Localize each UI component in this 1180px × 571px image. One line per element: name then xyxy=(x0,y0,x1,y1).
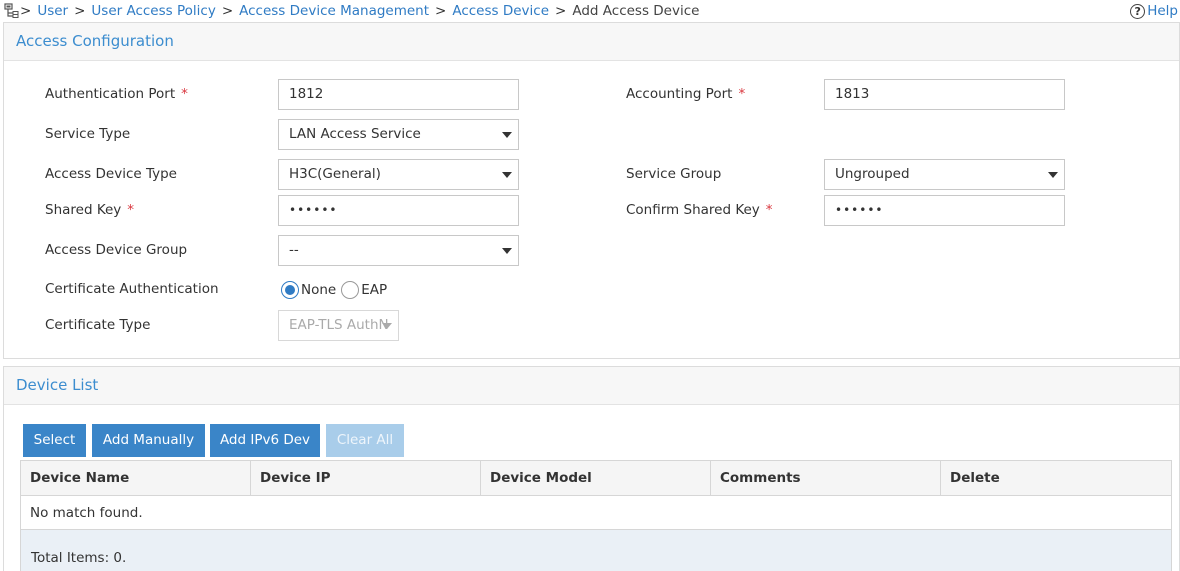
service-group-value: Ungrouped xyxy=(835,166,910,182)
radio-eap-label: EAP xyxy=(361,282,388,298)
dropdown-arrow-icon xyxy=(502,248,512,254)
radio-none[interactable] xyxy=(281,281,299,299)
breadcrumb: > User > User Access Policy > Access Dev… xyxy=(0,0,1180,22)
select-button[interactable]: Select xyxy=(23,424,86,457)
table-header: Device Name Device IP Device Model Comme… xyxy=(20,460,1172,496)
dropdown-arrow-icon xyxy=(502,132,512,138)
accounting-port-label-text: Accounting Port xyxy=(626,86,733,102)
accounting-port-label: Accounting Port * xyxy=(626,86,745,102)
breadcrumb-access-device-management[interactable]: Access Device Management xyxy=(239,3,429,19)
access-configuration-title: Access Configuration xyxy=(4,23,1179,61)
access-device-type-select[interactable]: H3C(General) xyxy=(278,159,519,190)
access-device-group-label: Access Device Group xyxy=(45,242,188,258)
add-ipv6-device-button[interactable]: Add IPv6 Dev xyxy=(210,424,320,457)
shared-key-label-text: Shared Key xyxy=(45,202,122,218)
access-device-type-value: H3C(General) xyxy=(289,166,381,182)
dropdown-arrow-icon xyxy=(1048,172,1058,178)
certificate-type-select: EAP-TLS AuthN xyxy=(278,310,399,341)
required-mark: * xyxy=(127,202,135,218)
add-manually-button[interactable]: Add Manually xyxy=(92,424,205,457)
dropdown-arrow-icon xyxy=(382,323,392,329)
breadcrumb-separator: > xyxy=(221,3,234,19)
access-device-group-select[interactable]: -- xyxy=(278,235,519,266)
table-total-items: Total Items: 0. xyxy=(20,530,1172,571)
radio-none-label: None xyxy=(301,282,337,298)
shared-key-label: Shared Key * xyxy=(45,202,134,218)
device-table: Device Name Device IP Device Model Comme… xyxy=(20,460,1172,571)
dropdown-arrow-icon xyxy=(502,172,512,178)
service-group-select[interactable]: Ungrouped xyxy=(824,159,1065,190)
confirm-shared-key-label: Confirm Shared Key * xyxy=(626,202,773,218)
clear-all-button: Clear All xyxy=(326,424,404,457)
column-device-name[interactable]: Device Name xyxy=(21,461,251,495)
column-device-model[interactable]: Device Model xyxy=(481,461,711,495)
table-empty-row: No match found. xyxy=(20,496,1172,530)
certificate-type-value: EAP-TLS AuthN xyxy=(289,317,389,333)
shared-key-input[interactable]: •••••• xyxy=(278,195,519,226)
breadcrumb-user[interactable]: User xyxy=(37,3,68,19)
service-type-select[interactable]: LAN Access Service xyxy=(278,119,519,150)
column-device-ip[interactable]: Device IP xyxy=(251,461,481,495)
authentication-port-label-text: Authentication Port xyxy=(45,86,176,102)
authentication-port-input[interactable]: 1812 xyxy=(278,79,519,110)
required-mark: * xyxy=(181,86,188,102)
confirm-shared-key-label-text: Confirm Shared Key xyxy=(626,202,760,218)
service-type-value: LAN Access Service xyxy=(289,126,421,142)
help-label: Help xyxy=(1147,3,1178,19)
breadcrumb-separator: > xyxy=(555,3,567,19)
service-group-label: Service Group xyxy=(626,166,722,182)
radio-eap[interactable] xyxy=(341,281,360,299)
certificate-type-label: Certificate Type xyxy=(45,317,151,333)
breadcrumb-user-access-policy[interactable]: User Access Policy xyxy=(91,3,215,19)
access-device-type-label: Access Device Type xyxy=(45,166,177,182)
confirm-shared-key-input[interactable]: •••••• xyxy=(824,195,1065,226)
column-delete: Delete xyxy=(950,470,1000,486)
help-icon: ? xyxy=(1130,3,1146,19)
required-mark: * xyxy=(738,86,746,102)
breadcrumb-separator: > xyxy=(435,3,447,19)
breadcrumb-separator: > xyxy=(74,3,86,19)
device-list-panel: Device List Select Add Manually Add IPv6… xyxy=(3,366,1180,571)
required-mark: * xyxy=(765,202,773,218)
navigation-tree-icon xyxy=(4,3,19,18)
help-link[interactable]: ? Help xyxy=(1130,3,1178,19)
certificate-authentication-label: Certificate Authentication xyxy=(45,281,219,297)
accounting-port-input[interactable]: 1813 xyxy=(824,79,1065,110)
device-list-title: Device List xyxy=(4,367,1179,405)
breadcrumb-current: Add Access Device xyxy=(572,3,700,19)
access-device-group-value: -- xyxy=(289,242,299,258)
service-type-label: Service Type xyxy=(45,126,131,142)
column-comments[interactable]: Comments xyxy=(711,461,941,495)
authentication-port-label: Authentication Port * xyxy=(45,86,188,102)
breadcrumb-access-device[interactable]: Access Device xyxy=(452,3,549,19)
access-configuration-panel: Access Configuration Authentication Port… xyxy=(3,22,1180,359)
certificate-authentication-radio-group: None EAP xyxy=(281,281,387,299)
breadcrumb-separator: > xyxy=(20,3,32,19)
